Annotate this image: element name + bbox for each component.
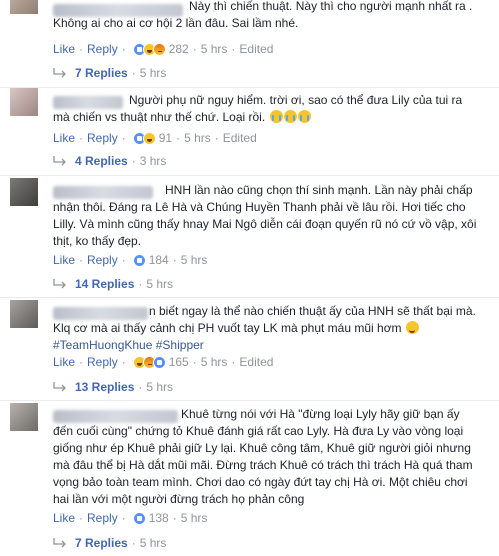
edited-label[interactable]: Edited — [223, 131, 257, 145]
avatar[interactable] — [10, 403, 38, 431]
comment-text: HNH lần nào cũng chọn thí sinh mạnh. Lần… — [53, 183, 477, 248]
view-replies[interactable]: 7 Replies · 5 hrs — [53, 66, 166, 80]
commenter-name[interactable] — [53, 4, 183, 17]
angry-reaction-icon — [152, 42, 166, 56]
reply-link[interactable]: Reply — [87, 253, 118, 267]
reply-arrow-icon — [53, 382, 66, 392]
replies-count[interactable]: 7 Replies — [75, 66, 128, 80]
timestamp[interactable]: 5 hrs — [181, 511, 208, 525]
reply-arrow-icon — [53, 68, 66, 78]
reaction-count: 91 — [158, 131, 173, 145]
comment-actions: Like · Reply · 91 · 5 hrs · Edited — [53, 131, 257, 145]
replies-count[interactable]: 14 Replies — [75, 277, 134, 291]
reply-link[interactable]: Reply — [87, 511, 118, 525]
divider — [0, 400, 499, 401]
replies-count[interactable]: 4 Replies — [75, 154, 128, 168]
hashtag-link[interactable]: #TeamHuongKhue — [53, 338, 152, 352]
crying-emoji-icon — [297, 110, 311, 123]
hashtag-link[interactable]: #Shipper — [156, 338, 204, 352]
like-link[interactable]: Like — [53, 253, 75, 267]
like-link[interactable]: Like — [53, 511, 75, 525]
reaction-count: 165 — [168, 355, 189, 369]
avatar[interactable] — [10, 0, 38, 14]
replies-count[interactable]: 7 Replies — [75, 536, 128, 550]
comment-text: n biết ngay là thể nào chiến thuật ấy củ… — [53, 304, 476, 352]
like-reaction-icon — [132, 253, 146, 267]
edited-label[interactable]: Edited — [239, 42, 273, 56]
reply-arrow-icon — [53, 538, 66, 548]
view-replies[interactable]: 7 Replies · 5 hrs — [53, 536, 166, 550]
reply-link[interactable]: Reply — [87, 355, 118, 369]
reactions[interactable]: 91 — [132, 131, 173, 145]
reactions[interactable]: 184 — [132, 253, 169, 267]
timestamp[interactable]: 5 hrs — [201, 355, 228, 369]
like-link[interactable]: Like — [53, 42, 75, 56]
view-replies[interactable]: 14 Replies · 5 hrs — [53, 277, 173, 291]
like-link[interactable]: Like — [53, 131, 75, 145]
divider — [0, 297, 499, 298]
reaction-count: 282 — [168, 42, 189, 56]
smile-emoji-icon — [405, 321, 419, 334]
reply-arrow-icon — [53, 156, 66, 166]
divider — [0, 175, 499, 176]
avatar[interactable] — [10, 88, 38, 116]
timestamp[interactable]: 5 hrs — [184, 131, 211, 145]
like-reaction-icon — [132, 511, 146, 525]
view-replies[interactable]: 4 Replies · 3 hrs — [53, 154, 166, 168]
comment-text: Khuê từng nói với Hà "đừng loại Lyly hãy… — [53, 407, 473, 506]
timestamp[interactable]: 5 hrs — [201, 42, 228, 56]
timestamp[interactable]: 5 hrs — [181, 253, 208, 267]
replies-time: 3 hrs — [139, 154, 167, 168]
reaction-count: 138 — [148, 511, 169, 525]
reply-arrow-icon — [53, 279, 66, 289]
avatar[interactable] — [10, 178, 38, 206]
crying-emoji-icon — [269, 110, 283, 123]
view-replies[interactable]: 13 Replies · 5 hrs — [53, 380, 173, 394]
crying-emoji-icon — [283, 110, 297, 123]
divider — [0, 87, 499, 88]
like-link[interactable]: Like — [53, 355, 75, 369]
comment-actions: Like · Reply · 138 · 5 hrs — [53, 511, 208, 525]
reaction-count: 184 — [148, 253, 169, 267]
comment-actions: Like · Reply · 282 · 5 hrs · Edited — [53, 42, 274, 56]
reply-link[interactable]: Reply — [87, 131, 118, 145]
like-reaction-icon — [152, 355, 166, 369]
reactions[interactable]: 138 — [132, 511, 169, 525]
edited-label[interactable]: Edited — [239, 355, 273, 369]
comment-actions: Like · Reply · 165 · 5 hrs · Edited — [53, 355, 274, 369]
reactions[interactable]: 165 — [132, 355, 189, 369]
reactions[interactable]: 282 — [132, 42, 189, 56]
comment-text: Người phụ nữ nguy hiểm. trời ơi, sao có … — [53, 93, 463, 124]
comment-actions: Like · Reply · 184 · 5 hrs — [53, 253, 208, 267]
avatar[interactable] — [10, 300, 38, 328]
replies-time: 5 hrs — [146, 380, 174, 394]
reply-link[interactable]: Reply — [87, 42, 118, 56]
haha-reaction-icon — [142, 131, 156, 145]
replies-time: 5 hrs — [139, 536, 167, 550]
replies-count[interactable]: 13 Replies — [75, 380, 134, 394]
replies-time: 5 hrs — [139, 66, 167, 80]
replies-time: 5 hrs — [146, 277, 174, 291]
